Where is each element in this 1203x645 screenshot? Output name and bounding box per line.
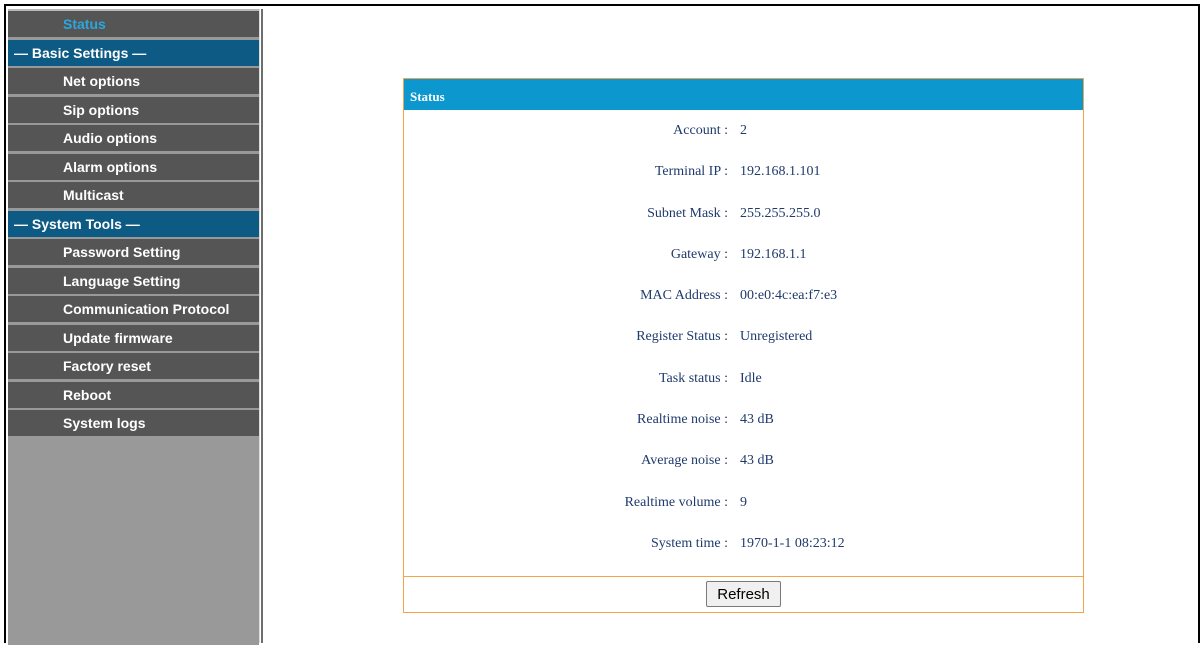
panel-footer: Refresh — [404, 576, 1083, 612]
sidebar-item-factory-reset[interactable]: Factory reset — [8, 353, 259, 379]
status-label: Realtime volume : — [624, 494, 728, 510]
status-label: Average noise : — [641, 453, 728, 469]
status-label: Account : — [673, 123, 728, 138]
sidebar-item-language-setting[interactable]: Language Setting — [8, 267, 259, 294]
status-row-realtime-volume: Realtime volume : 9 — [404, 495, 1083, 536]
status-row-register-status: Register Status : Unregistered — [404, 329, 1083, 370]
sidebar-item-update-firmware[interactable]: Update firmware — [8, 324, 259, 351]
sidebar-item-status[interactable]: Status — [8, 11, 259, 37]
frame-divider[interactable] — [259, 9, 263, 643]
sidebar-item-password-setting[interactable]: Password Setting — [8, 239, 259, 265]
status-row-task-status: Task status : Idle — [404, 371, 1083, 412]
status-value: Unregistered — [740, 329, 813, 345]
status-row-average-noise: Average noise : 43 dB — [404, 453, 1083, 494]
status-label: Subnet Mask : — [647, 205, 728, 221]
status-panel: Status Account : 2 Terminal IP : 192.168… — [403, 78, 1084, 613]
sidebar-item-multicast[interactable]: Multicast — [8, 182, 259, 208]
status-value: 9 — [740, 494, 747, 510]
status-list: Account : 2 Terminal IP : 192.168.1.101 … — [404, 110, 1083, 577]
status-row-subnet-mask: Subnet Mask : 255.255.255.0 — [404, 206, 1083, 247]
status-value: 2 — [740, 123, 747, 138]
status-row-system-time: System time : 1970-1-1 08:23:12 — [404, 536, 1083, 577]
status-value: 192.168.1.1 — [740, 246, 807, 262]
status-row-mac-address: MAC Address : 00:e0:4c:ea:f7:e3 — [404, 288, 1083, 329]
app-frame: Status — Basic Settings — Net options Si… — [4, 4, 1200, 645]
sidebar-item-reboot[interactable]: Reboot — [8, 381, 259, 408]
status-label: System time : — [651, 535, 728, 551]
status-label: MAC Address : — [640, 288, 728, 304]
status-row-account: Account : 2 — [404, 123, 1083, 164]
sidebar-nav: Status — Basic Settings — Net options Si… — [8, 9, 259, 645]
panel-title: Status — [404, 79, 1083, 110]
sidebar-item-audio-options[interactable]: Audio options — [8, 125, 259, 151]
sidebar-section-basic-settings[interactable]: — Basic Settings — — [8, 39, 259, 66]
status-row-gateway: Gateway : 192.168.1.1 — [404, 247, 1083, 288]
sidebar-item-system-logs[interactable]: System logs — [8, 410, 259, 436]
status-label: Gateway : — [670, 246, 728, 262]
status-value: 192.168.1.101 — [740, 164, 821, 180]
sidebar-item-alarm-options[interactable]: Alarm options — [8, 153, 259, 180]
status-label: Terminal IP : — [654, 164, 728, 180]
status-value: 43 dB — [740, 412, 774, 428]
status-label: Register Status : — [636, 329, 728, 345]
status-value: Idle — [740, 370, 762, 386]
sidebar-item-net-options[interactable]: Net options — [8, 68, 259, 94]
sidebar-item-communication-protocol[interactable]: Communication Protocol — [8, 296, 259, 322]
sidebar-section-system-tools[interactable]: — System Tools — — [8, 210, 259, 237]
status-value: 00:e0:4c:ea:f7:e3 — [740, 288, 838, 304]
status-label: Realtime noise : — [637, 412, 728, 428]
status-row-terminal-ip: Terminal IP : 192.168.1.101 — [404, 164, 1083, 205]
sidebar-item-sip-options[interactable]: Sip options — [8, 96, 259, 123]
status-value: 255.255.255.0 — [740, 205, 821, 221]
status-row-realtime-noise: Realtime noise : 43 dB — [404, 412, 1083, 453]
status-label: Task status : — [658, 370, 728, 386]
refresh-button[interactable]: Refresh — [706, 581, 781, 607]
status-value: 1970-1-1 08:23:12 — [740, 535, 845, 551]
status-value: 43 dB — [740, 453, 774, 469]
